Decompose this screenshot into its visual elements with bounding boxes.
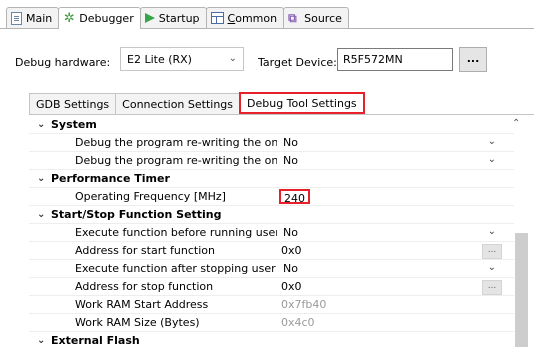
- property-value[interactable]: No ⌄: [277, 260, 514, 277]
- target-device-field[interactable]: R5F572MN: [337, 48, 453, 71]
- table-row[interactable]: Operating Frequency [MHz] 240: [29, 188, 514, 206]
- group-system[interactable]: ⌄ System: [29, 116, 514, 134]
- chevron-down-icon[interactable]: ⌄: [488, 226, 496, 237]
- group-start-stop[interactable]: ⌄ Start/Stop Function Setting: [29, 206, 514, 224]
- table-row: Work RAM Size (Bytes) 0x4c0: [29, 314, 514, 332]
- chevron-down-icon[interactable]: ⌄: [37, 209, 45, 220]
- property-value[interactable]: No ⌄: [277, 134, 514, 151]
- group-system-label: System: [51, 118, 97, 131]
- chevron-down-icon[interactable]: ⌄: [37, 335, 45, 346]
- chevron-down-icon[interactable]: ⌄: [37, 119, 45, 130]
- ellipsis-icon[interactable]: ...: [482, 244, 502, 259]
- property-value-text: 0x7fb40: [281, 298, 327, 311]
- tab-connection-settings[interactable]: Connection Settings: [115, 93, 241, 114]
- tab-debugger[interactable]: ✲ Debugger: [58, 7, 141, 29]
- property-value: 0x7fb40: [277, 296, 514, 313]
- debug-tool-settings-tree: ⌄ System Debug the program re-writing the…: [29, 116, 514, 347]
- tab-gdb-settings[interactable]: GDB Settings: [29, 93, 117, 114]
- debug-hardware-select[interactable]: E2 Lite (RX) ⌄: [120, 47, 244, 71]
- table-row[interactable]: Execute function after stopping user pr …: [29, 260, 514, 278]
- tab-startup-label: Startup: [158, 11, 200, 25]
- table-row[interactable]: Address for stop function 0x0...: [29, 278, 514, 296]
- property-name: Execute function before running user p: [75, 226, 277, 239]
- main-config-icon: [11, 11, 22, 25]
- chevron-down-icon[interactable]: ⌄: [488, 154, 496, 165]
- scroll-up-icon[interactable]: ⌃: [512, 118, 520, 129]
- ellipsis-icon[interactable]: ...: [482, 280, 502, 295]
- operating-frequency-field[interactable]: 240: [279, 189, 310, 205]
- property-value-text: No: [283, 136, 298, 149]
- group-external-flash[interactable]: ⌄ External Flash: [29, 332, 514, 347]
- table-row[interactable]: Address for start function 0x0...: [29, 242, 514, 260]
- property-value-text: 0x0: [281, 280, 302, 293]
- source-icon: ⧉: [288, 11, 297, 25]
- table-row: Work RAM Start Address 0x7fb40: [29, 296, 514, 314]
- property-name: Work RAM Start Address: [75, 298, 209, 311]
- tab-common[interactable]: Common: [205, 7, 285, 28]
- property-name: Execute function after stopping user pr: [75, 262, 277, 275]
- property-value[interactable]: No ⌄: [277, 224, 514, 241]
- chevron-down-icon[interactable]: ⌄: [488, 262, 496, 273]
- debugger-icon: ✲: [63, 10, 75, 26]
- property-value-text: No: [283, 226, 298, 239]
- property-name: Address for stop function: [75, 280, 214, 293]
- tab-main-label: Main: [26, 11, 53, 25]
- property-value-text: No: [283, 262, 298, 275]
- common-icon: [210, 12, 224, 24]
- debug-hardware-value: E2 Lite (RX): [127, 52, 192, 66]
- tab-debug-tool-settings[interactable]: Debug Tool Settings: [239, 92, 365, 114]
- table-row[interactable]: Debug the program re-writing the on-c No…: [29, 152, 514, 170]
- vertical-scrollbar-thumb[interactable]: [515, 233, 528, 347]
- tab-debugger-label: Debugger: [79, 12, 134, 25]
- group-start-stop-label: Start/Stop Function Setting: [51, 208, 222, 221]
- property-name: Operating Frequency [MHz]: [75, 190, 226, 203]
- property-value[interactable]: 0x0...: [277, 242, 514, 259]
- property-name: Work RAM Size (Bytes): [75, 316, 200, 329]
- property-value[interactable]: No ⌄: [277, 152, 514, 169]
- tab-common-accel: C: [227, 11, 236, 25]
- property-value: 0x4c0: [277, 314, 514, 331]
- target-device-label: Target Device:: [258, 56, 337, 69]
- tab-source-label: Source: [304, 11, 342, 25]
- table-row[interactable]: Execute function before running user p N…: [29, 224, 514, 242]
- subtab-divider: [29, 114, 534, 115]
- property-value-text: 0x4c0: [281, 316, 315, 329]
- tab-source[interactable]: ⧉ Source: [283, 7, 349, 28]
- chevron-down-icon[interactable]: ⌄: [488, 136, 496, 147]
- table-row[interactable]: Debug the program re-writing the on-c No…: [29, 134, 514, 152]
- group-external-flash-label: External Flash: [51, 334, 140, 347]
- property-value[interactable]: 0x0...: [277, 278, 514, 295]
- property-name: Debug the program re-writing the on-c: [75, 154, 277, 167]
- startup-icon: [144, 13, 155, 23]
- group-performance-timer[interactable]: ⌄ Performance Timer: [29, 170, 514, 188]
- target-device-browse-button[interactable]: ...: [459, 47, 487, 72]
- tab-common-label: Common: [227, 11, 278, 25]
- debug-hardware-label: Debug hardware:: [15, 56, 111, 69]
- property-name: Debug the program re-writing the on-c: [75, 136, 277, 149]
- property-name: Address for start function: [75, 244, 215, 257]
- property-value[interactable]: 240: [277, 188, 514, 205]
- tab-startup[interactable]: Startup: [139, 7, 207, 28]
- chevron-down-icon: ⌄: [228, 53, 237, 64]
- launch-config-tabs: Main ✲ Debugger Startup Common ⧉ Source: [6, 7, 349, 29]
- tab-main[interactable]: Main: [6, 7, 60, 28]
- chevron-down-icon[interactable]: ⌄: [37, 173, 45, 184]
- property-value-text: 0x0: [281, 244, 302, 257]
- property-value-text: No: [283, 154, 298, 167]
- group-performance-timer-label: Performance Timer: [51, 172, 170, 185]
- settings-subtabs: GDB Settings Connection Settings Debug T…: [29, 92, 365, 114]
